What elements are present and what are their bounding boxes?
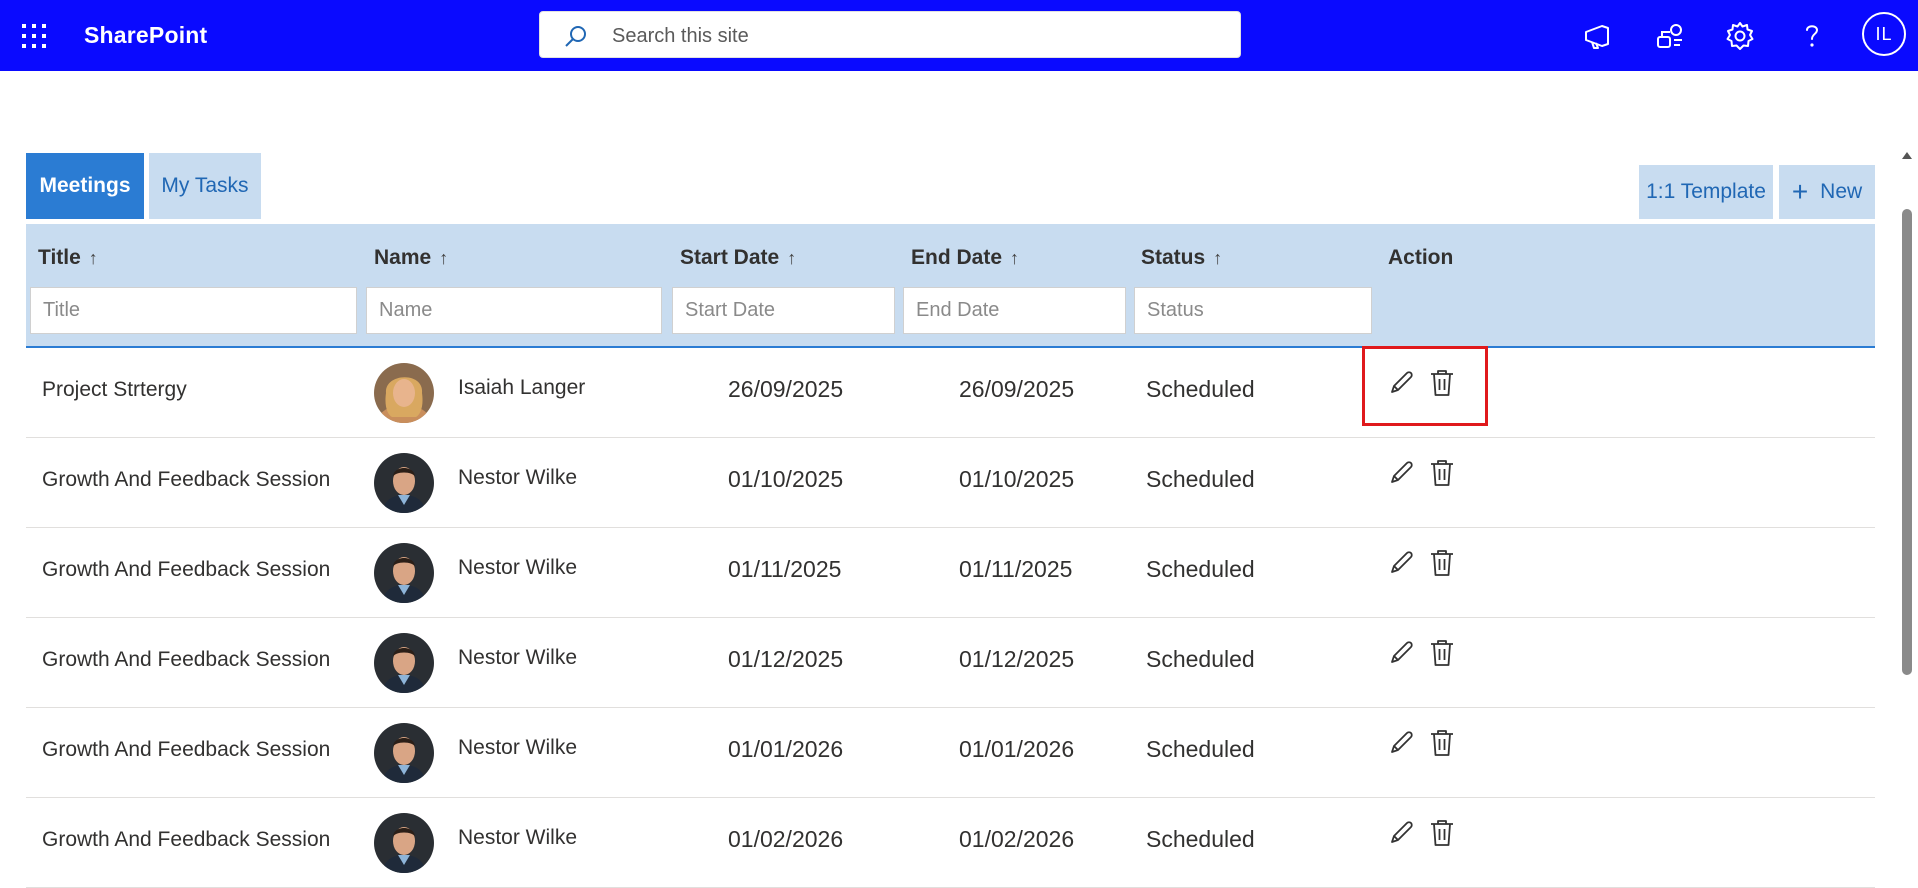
help-icon[interactable]	[1796, 20, 1828, 52]
row-name: Nestor Wilke	[458, 736, 578, 759]
filter-title-input[interactable]	[30, 287, 357, 334]
row-name: Nestor Wilke	[458, 826, 578, 849]
row-name: Isaiah Langer	[458, 376, 586, 399]
edit-pencil-icon[interactable]	[1386, 458, 1416, 488]
column-header-end-date[interactable]: End Date ↑	[911, 246, 1019, 270]
row-end-date: 01/11/2025	[959, 556, 1073, 582]
app-launcher-icon[interactable]	[22, 24, 46, 48]
table-row[interactable]: Growth And Feedback Session Nestor Wilke 0…	[26, 798, 1875, 888]
man-avatar	[374, 723, 434, 783]
sort-arrow-icon: ↑	[1213, 248, 1223, 268]
row-title: Growth And Feedback Session	[42, 738, 331, 761]
sort-arrow-icon: ↑	[787, 248, 797, 268]
column-header-start-date[interactable]: Start Date ↑	[680, 246, 796, 270]
row-title: Project Strtergy	[42, 378, 187, 401]
table-header: Title ↑ Name ↑ Start Date ↑ End Date ↑ Statu…	[26, 224, 1875, 348]
edit-pencil-icon[interactable]	[1386, 548, 1416, 578]
template-button[interactable]: 1:1 Template	[1639, 165, 1773, 219]
table-row[interactable]: Growth And Feedback Session Nestor Wilke 0…	[26, 708, 1875, 798]
row-end-date: 01/12/2025	[959, 646, 1075, 672]
row-end-date: 01/10/2025	[959, 466, 1075, 492]
delete-trash-icon[interactable]	[1429, 638, 1455, 668]
row-status: Scheduled	[1146, 376, 1255, 402]
scroll-up-arrow-icon[interactable]	[1900, 148, 1914, 162]
share-settings-icon[interactable]	[1654, 20, 1686, 52]
row-status: Scheduled	[1146, 646, 1255, 672]
search-icon	[565, 26, 586, 47]
delete-trash-icon[interactable]	[1429, 458, 1455, 488]
row-status: Scheduled	[1146, 736, 1255, 762]
row-title: Growth And Feedback Session	[42, 648, 331, 671]
delete-trash-icon[interactable]	[1429, 548, 1455, 578]
row-status: Scheduled	[1146, 466, 1255, 492]
column-header-action: Action	[1388, 246, 1454, 269]
edit-pencil-icon[interactable]	[1386, 818, 1416, 848]
gear-icon[interactable]	[1724, 20, 1756, 52]
man-avatar	[374, 813, 434, 873]
row-start-date: 26/09/2025	[728, 376, 844, 402]
row-title: Growth And Feedback Session	[42, 468, 331, 491]
scrollbar-thumb[interactable]	[1902, 209, 1912, 675]
row-status: Scheduled	[1146, 556, 1255, 582]
row-end-date: 01/01/2026	[959, 736, 1075, 762]
user-avatar[interactable]: IL	[1862, 12, 1906, 56]
filter-status-input[interactable]	[1134, 287, 1372, 334]
filter-name-input[interactable]	[366, 287, 662, 334]
row-start-date: 01/10/2025	[728, 466, 844, 492]
delete-trash-icon[interactable]	[1429, 818, 1455, 848]
row-title: Growth And Feedback Session	[42, 828, 331, 851]
table-row[interactable]: Growth And Feedback Session Nestor Wilke 0…	[26, 528, 1875, 618]
sort-arrow-icon: ↑	[439, 248, 449, 268]
megaphone-icon[interactable]	[1582, 20, 1614, 52]
delete-trash-icon[interactable]	[1429, 368, 1455, 398]
sort-arrow-icon: ↑	[1010, 248, 1020, 268]
filter-end-date-input[interactable]	[903, 287, 1126, 334]
column-header-name[interactable]: Name ↑	[374, 246, 448, 270]
row-start-date: 01/02/2026	[728, 826, 844, 852]
row-name: Nestor Wilke	[458, 556, 578, 579]
row-title: Growth And Feedback Session	[42, 558, 331, 581]
row-end-date: 01/02/2026	[959, 826, 1075, 852]
column-header-title[interactable]: Title ↑	[38, 246, 98, 270]
delete-trash-icon[interactable]	[1429, 728, 1455, 758]
column-header-status[interactable]: Status ↑	[1141, 246, 1222, 270]
row-end-date: 26/09/2025	[959, 376, 1075, 402]
table-row[interactable]: Growth And Feedback Session Nestor Wilke 0…	[26, 618, 1875, 708]
app-brand[interactable]: SharePoint	[84, 22, 207, 49]
sort-arrow-icon: ↑	[88, 248, 98, 268]
table-row[interactable]: Project Strtergy Isaiah Langer 26/09/2025 2…	[26, 348, 1875, 438]
suite-bar: SharePoint IL	[0, 0, 1918, 71]
search-box[interactable]	[539, 11, 1241, 58]
search-input[interactable]	[610, 19, 1214, 53]
edit-pencil-icon[interactable]	[1386, 638, 1416, 668]
woman-avatar	[374, 363, 434, 423]
man-avatar	[374, 633, 434, 693]
row-start-date: 01/12/2025	[728, 646, 844, 672]
row-start-date: 01/01/2026	[728, 736, 844, 762]
new-button[interactable]: + New	[1779, 165, 1875, 219]
row-name: Nestor Wilke	[458, 466, 578, 489]
tab-meetings[interactable]: Meetings	[26, 153, 144, 219]
plus-icon: +	[1791, 176, 1809, 207]
table-row[interactable]: Growth And Feedback Session Nestor Wilke 0…	[26, 438, 1875, 528]
edit-pencil-icon[interactable]	[1386, 368, 1416, 398]
man-avatar	[374, 543, 434, 603]
man-avatar	[374, 453, 434, 513]
row-name: Nestor Wilke	[458, 646, 578, 669]
new-button-label: New	[1820, 180, 1863, 203]
row-start-date: 01/11/2025	[728, 556, 842, 582]
filter-start-date-input[interactable]	[672, 287, 895, 334]
edit-pencil-icon[interactable]	[1386, 728, 1416, 758]
row-status: Scheduled	[1146, 826, 1255, 852]
tab-my-tasks[interactable]: My Tasks	[149, 153, 261, 219]
